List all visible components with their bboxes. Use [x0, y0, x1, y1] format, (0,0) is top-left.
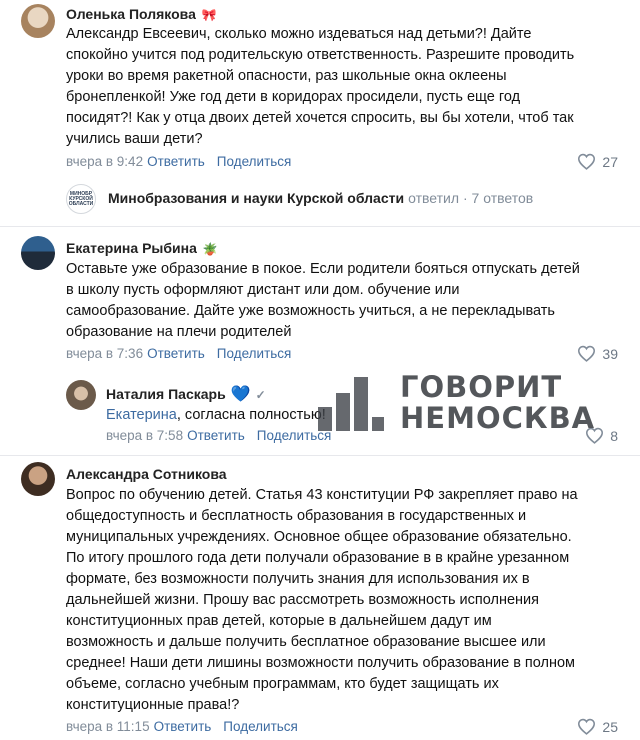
- share-button[interactable]: Поделиться: [223, 719, 298, 734]
- heart-outline-icon: [578, 718, 596, 735]
- comment-line: формате, без возможности получить знания…: [66, 571, 530, 587]
- avatar[interactable]: [21, 4, 55, 38]
- author-name: Наталия Паскарь: [106, 386, 226, 402]
- like-count: 39: [602, 345, 618, 362]
- watermark-line: ГОВОРИТ: [400, 370, 563, 404]
- comment-line: По итогу прошлого года дети получали обр…: [66, 550, 570, 566]
- avatar[interactable]: [21, 462, 55, 496]
- watermark-bars-icon: [318, 377, 384, 431]
- share-button[interactable]: Поделиться: [217, 346, 292, 361]
- author-name: Оленька Полякова: [66, 6, 196, 22]
- comment-line: самообразование. Дайте уже возможность у…: [66, 303, 555, 319]
- comment-line: образование на плечи родителей: [66, 324, 292, 340]
- reply-author[interactable]: Наталия Паскарь 💙 ✓: [106, 384, 266, 404]
- comment-line: конституционные права!?: [66, 697, 240, 713]
- comment-author[interactable]: Александра Сотникова: [66, 466, 227, 482]
- comment-line: возможность и дальше получить бесплатное…: [66, 634, 546, 650]
- comment-meta: вчера в 9:42 Ответить Поделиться: [66, 154, 291, 169]
- comment-text: Вопрос по обучению детей. Статья 43 конс…: [66, 485, 578, 716]
- comment-meta: вчера в 7:58 Ответить Поделиться: [106, 428, 331, 443]
- mention-link[interactable]: Екатерина: [106, 407, 177, 423]
- like-count: 27: [602, 153, 618, 170]
- comment-line: среднее! Наши дети лишины возможности по…: [66, 655, 576, 671]
- org-name[interactable]: Минобразования и науки Курской области: [108, 190, 404, 206]
- comment-meta: вчера в 11:15 Ответить Поделиться: [66, 719, 298, 734]
- share-button[interactable]: Поделиться: [217, 154, 292, 169]
- comment-line: Вопрос по обучению детей. Статья 43 конс…: [66, 487, 578, 503]
- author-name: Александра Сотникова: [66, 466, 227, 482]
- emoji-badge: 🎀: [201, 8, 217, 22]
- like-button[interactable]: 27: [577, 153, 618, 170]
- emoji-badge: 🪴: [202, 242, 218, 256]
- comment-time[interactable]: вчера в 7:58: [106, 428, 183, 443]
- like-button[interactable]: 39: [577, 345, 618, 362]
- reply-button[interactable]: Ответить: [147, 154, 205, 169]
- comment-line: учились ваши дети?: [66, 131, 203, 147]
- comment-line: конституционных прав детей, которые в да…: [66, 613, 492, 629]
- reply-button[interactable]: Ответить: [147, 346, 205, 361]
- reply-text: Екатерина, согласна полностью!: [106, 405, 326, 426]
- comment-line: объеме, согласно учебным программам, кто…: [66, 676, 499, 692]
- comment-line: в школу пусть оформляют дистант или дом.…: [66, 282, 460, 298]
- comment-line: уроки во время ракетной опасности, раз ш…: [66, 68, 507, 84]
- org-action: ответил: [408, 190, 459, 206]
- comment-line: общедоступность и бесплатность образован…: [66, 508, 527, 524]
- comment-line: посидят?! Как у отца двоих детей хочется…: [66, 110, 574, 126]
- avatar[interactable]: [66, 380, 96, 410]
- replies-count[interactable]: · 7 ответов: [463, 190, 533, 206]
- comment-line: бронепленкой! Уже год дети в коридорах п…: [66, 89, 521, 105]
- org-avatar[interactable]: МИНОБР КУРСКОЙ ОБЛАСТИ: [66, 184, 96, 214]
- comment-line: Оставьте уже образование в покое. Если р…: [66, 261, 580, 277]
- avatar[interactable]: [21, 236, 55, 270]
- comment-author[interactable]: Екатерина Рыбина 🪴: [66, 240, 218, 256]
- heart-badge-icon: 💙: [230, 386, 251, 403]
- author-name: Екатерина Рыбина: [66, 240, 197, 256]
- comment-time[interactable]: вчера в 9:42: [66, 154, 143, 169]
- reply-button[interactable]: Ответить: [154, 719, 212, 734]
- verified-check-icon: ✓: [255, 388, 266, 402]
- like-button[interactable]: 25: [577, 718, 618, 735]
- watermark-text: ГОВОРИТ НЕМОСКВА: [400, 372, 595, 434]
- divider: [0, 455, 640, 456]
- comment-time[interactable]: вчера в 7:36: [66, 346, 143, 361]
- comment-author[interactable]: Оленька Полякова 🎀: [66, 6, 217, 22]
- divider: [0, 226, 640, 227]
- comment-text: Оставьте уже образование в покое. Если р…: [66, 259, 580, 343]
- org-avatar-text: МИНОБР КУРСКОЙ ОБЛАСТИ: [68, 190, 94, 207]
- reply-body: , согласна полностью!: [176, 407, 326, 423]
- comment-line: муниципальных учреждениях. Основное обще…: [66, 529, 572, 545]
- like-count: 25: [602, 718, 618, 735]
- comment-text: Александр Евсеевич, сколько можно издева…: [66, 24, 574, 150]
- comment-time[interactable]: вчера в 11:15: [66, 719, 150, 734]
- comment-line: Александр Евсеевич, сколько можно издева…: [66, 26, 532, 42]
- heart-outline-icon: [578, 153, 596, 170]
- reply-button[interactable]: Ответить: [187, 428, 245, 443]
- comment-meta: вчера в 7:36 Ответить Поделиться: [66, 346, 291, 361]
- org-reply-line[interactable]: Минобразования и науки Курской области от…: [108, 190, 533, 206]
- watermark-line: НЕМОСКВА: [400, 401, 596, 435]
- watermark-logo: ГОВОРИТ НЕМОСКВА: [318, 372, 628, 436]
- comment-line: дальнейшей жизни. Прошу вас рассмотреть …: [66, 592, 539, 608]
- heart-outline-icon: [578, 345, 596, 362]
- comment-line: спокойно учится под родительскую ответст…: [66, 47, 575, 63]
